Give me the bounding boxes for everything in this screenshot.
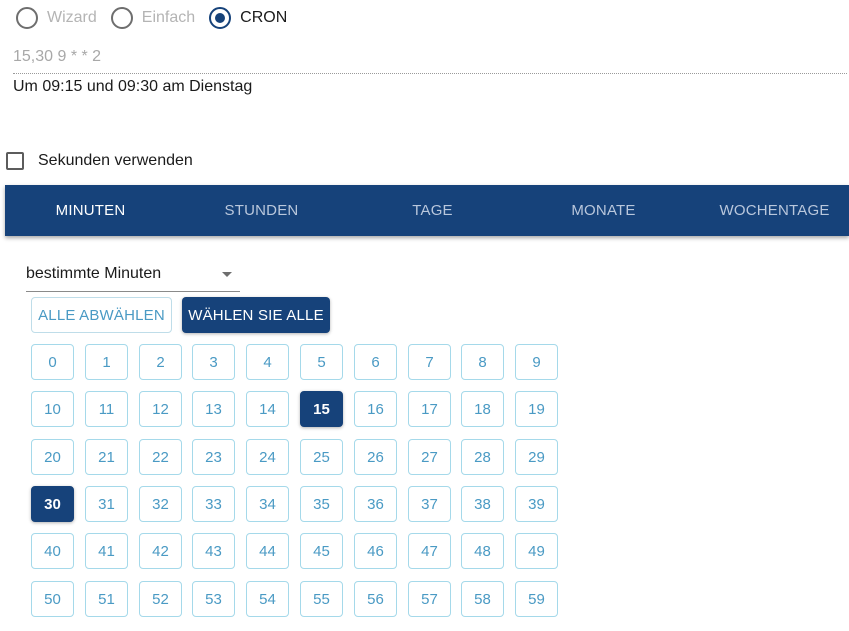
- minute-button-58[interactable]: 58: [461, 581, 504, 617]
- minute-button-5[interactable]: 5: [300, 344, 343, 380]
- minute-button-11[interactable]: 11: [85, 391, 128, 427]
- minute-button-54[interactable]: 54: [246, 581, 289, 617]
- minute-button-39[interactable]: 39: [515, 486, 558, 522]
- minute-button-25[interactable]: 25: [300, 439, 343, 475]
- minute-button-44[interactable]: 44: [246, 533, 289, 569]
- minute-button-43[interactable]: 43: [192, 533, 235, 569]
- minute-button-50[interactable]: 50: [31, 581, 74, 617]
- minute-button-35[interactable]: 35: [300, 486, 343, 522]
- minute-button-53[interactable]: 53: [192, 581, 235, 617]
- radio-icon: [209, 7, 232, 29]
- minute-button-48[interactable]: 48: [461, 533, 504, 569]
- minute-button-33[interactable]: 33: [192, 486, 235, 522]
- minute-button-17[interactable]: 17: [408, 391, 451, 427]
- radio-einfach-label: Einfach: [141, 9, 196, 26]
- cron-expression-input[interactable]: 15,30 9 * * 2: [13, 47, 847, 74]
- radio-wizard[interactable]: Wizard: [16, 7, 97, 29]
- minute-button-41[interactable]: 41: [85, 533, 128, 569]
- minute-button-4[interactable]: 4: [246, 344, 289, 380]
- radio-cron[interactable]: CRON: [209, 7, 287, 29]
- minute-button-45[interactable]: 45: [300, 533, 343, 569]
- minute-button-18[interactable]: 18: [461, 391, 504, 427]
- minute-button-23[interactable]: 23: [192, 439, 235, 475]
- minute-button-3[interactable]: 3: [192, 344, 235, 380]
- minute-button-13[interactable]: 13: [192, 391, 235, 427]
- minute-button-22[interactable]: 22: [139, 439, 182, 475]
- deselect-all-button[interactable]: ALLE ABWÄHLEN: [31, 297, 172, 333]
- minute-button-30[interactable]: 30: [31, 486, 74, 522]
- tab-bar: MINUTEN STUNDEN TAGE MONATE WOCHENTAGE: [5, 185, 849, 236]
- mode-radio-group: Wizard Einfach CRON: [16, 6, 287, 30]
- minute-button-2[interactable]: 2: [139, 344, 182, 380]
- minute-mode-value: bestimmte Minuten: [26, 265, 162, 282]
- minute-button-7[interactable]: 7: [408, 344, 451, 380]
- minute-button-29[interactable]: 29: [515, 439, 558, 475]
- minute-button-40[interactable]: 40: [31, 533, 74, 569]
- chevron-down-icon: [222, 272, 232, 277]
- minute-button-26[interactable]: 26: [354, 439, 397, 475]
- minute-button-38[interactable]: 38: [461, 486, 504, 522]
- minute-button-16[interactable]: 16: [354, 391, 397, 427]
- minute-button-8[interactable]: 8: [461, 344, 504, 380]
- minute-button-31[interactable]: 31: [85, 486, 128, 522]
- minute-button-55[interactable]: 55: [300, 581, 343, 617]
- minute-mode-select[interactable]: bestimmte Minuten: [26, 262, 240, 292]
- minute-button-27[interactable]: 27: [408, 439, 451, 475]
- minute-button-10[interactable]: 10: [31, 391, 74, 427]
- minute-button-42[interactable]: 42: [139, 533, 182, 569]
- minute-button-46[interactable]: 46: [354, 533, 397, 569]
- minute-button-57[interactable]: 57: [408, 581, 451, 617]
- tab-tage[interactable]: TAGE: [347, 185, 518, 236]
- checkbox-icon: [6, 152, 24, 170]
- tab-wochentage[interactable]: WOCHENTAGE: [689, 185, 849, 236]
- radio-icon: [16, 7, 38, 29]
- minute-button-47[interactable]: 47: [408, 533, 451, 569]
- minute-button-59[interactable]: 59: [515, 581, 558, 617]
- minute-button-37[interactable]: 37: [408, 486, 451, 522]
- minute-button-49[interactable]: 49: [515, 533, 558, 569]
- minute-button-32[interactable]: 32: [139, 486, 182, 522]
- minute-button-28[interactable]: 28: [461, 439, 504, 475]
- minute-button-20[interactable]: 20: [31, 439, 74, 475]
- radio-einfach[interactable]: Einfach: [110, 7, 196, 29]
- select-all-button[interactable]: WÄHLEN SIE ALLE: [182, 297, 330, 333]
- tab-minuten[interactable]: MINUTEN: [5, 185, 176, 236]
- minute-button-36[interactable]: 36: [354, 486, 397, 522]
- minute-button-56[interactable]: 56: [354, 581, 397, 617]
- minute-button-51[interactable]: 51: [85, 581, 128, 617]
- minute-button-52[interactable]: 52: [139, 581, 182, 617]
- radio-cron-label: CRON: [240, 9, 288, 26]
- tab-stunden[interactable]: STUNDEN: [176, 185, 347, 236]
- minute-button-9[interactable]: 9: [515, 344, 558, 380]
- minute-button-21[interactable]: 21: [85, 439, 128, 475]
- tab-monate[interactable]: MONATE: [518, 185, 689, 236]
- cron-description: Um 09:15 und 09:30 am Dienstag: [13, 78, 253, 95]
- radio-icon: [110, 7, 133, 29]
- minute-button-6[interactable]: 6: [354, 344, 397, 380]
- minute-button-14[interactable]: 14: [246, 391, 289, 427]
- minute-button-19[interactable]: 19: [515, 391, 558, 427]
- minute-button-24[interactable]: 24: [246, 439, 289, 475]
- minute-button-12[interactable]: 12: [139, 391, 182, 427]
- minute-button-1[interactable]: 1: [85, 344, 128, 380]
- minute-button-0[interactable]: 0: [31, 344, 74, 380]
- minute-button-34[interactable]: 34: [246, 486, 289, 522]
- use-seconds-label: Sekunden verwenden: [38, 152, 193, 169]
- use-seconds-checkbox[interactable]: Sekunden verwenden: [6, 152, 193, 170]
- radio-wizard-label: Wizard: [47, 9, 97, 26]
- minute-button-15[interactable]: 15: [300, 391, 343, 427]
